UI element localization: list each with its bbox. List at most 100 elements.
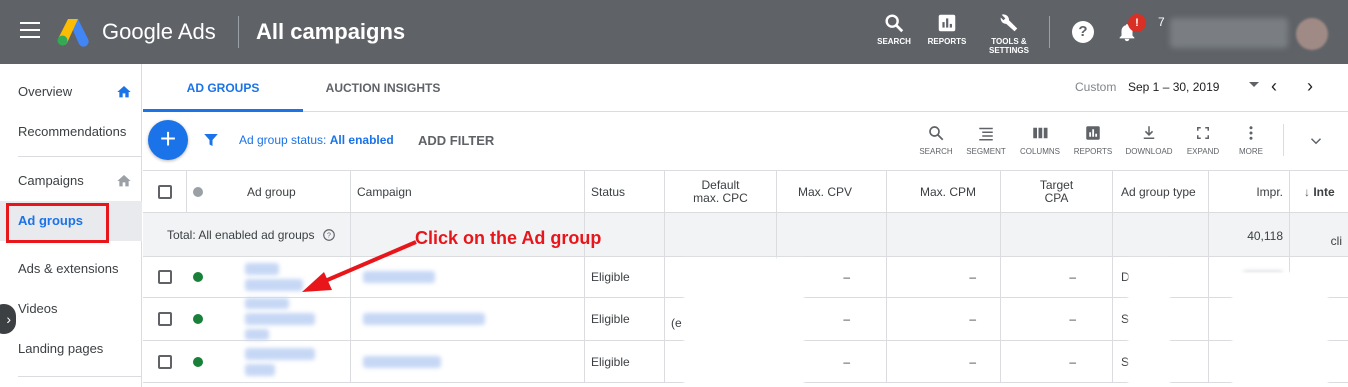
select-all-checkbox[interactable] [157,185,172,199]
tab-ad-groups[interactable]: AD GROUPS [143,64,303,112]
date-range-picker[interactable]: Sep 1 – 30, 2019 [1128,80,1219,94]
sidebar-divider [18,156,142,157]
fullscreen-icon [1197,127,1209,139]
table-tool-label: REPORTS [1073,147,1113,156]
header-target-cpa[interactable]: Target CPA [1001,171,1113,213]
row-checkbox[interactable] [158,312,172,326]
date-prev-icon[interactable]: ‹ [1271,76,1277,97]
header-max-cpm[interactable]: Max. CPM [887,171,1001,213]
header-campaign[interactable]: Campaign [351,171,585,213]
filter-label: Ad group status: [239,133,330,147]
reports-icon [1086,126,1100,140]
chevron-down-icon[interactable] [1307,132,1325,150]
sidebar-item-label: Overview [18,84,73,99]
segment-button[interactable]: SEGMENT [961,124,1011,156]
row-status: Eligible [585,341,665,382]
header-ad-group-type[interactable]: Ad group type [1113,171,1209,213]
total-interactions: cli [1330,234,1342,248]
row-status: Eligible [585,298,665,340]
table-tool-label: DOWNLOAD [1125,147,1173,156]
ad-group-link[interactable] [223,341,351,382]
sidebar-item-label: Landing pages [18,341,104,356]
columns-icon [1033,127,1048,139]
sidebar-item-recommendations[interactable]: Recommendations [0,112,142,152]
hamburger-menu-icon[interactable] [20,22,40,40]
header-line: max. CPC [693,191,748,205]
header-ad-group[interactable]: Ad group [223,171,351,213]
redaction-mask [1128,258,1170,387]
avatar[interactable] [1296,18,1328,50]
enabled-status-icon [193,272,203,282]
campaign-link[interactable] [351,298,585,340]
header-select-cell [143,171,187,213]
search-icon [885,14,904,33]
header-interactions[interactable]: ↓ Inte [1290,171,1348,213]
topbar-reports-button[interactable]: REPORTS [917,12,977,46]
table-header-row: Ad group Campaign Status Default max. CP… [143,170,1348,213]
status-dot-icon [193,187,203,197]
tools-label-2: SETTINGS [988,46,1029,55]
header-default-max-cpc[interactable]: Default max. CPC [665,171,777,213]
ad-group-link[interactable] [223,298,351,340]
total-cell [1001,213,1113,256]
sidebar-item-overview[interactable]: Overview [0,72,142,112]
sidebar-item-landing-pages[interactable]: Landing pages [0,329,142,369]
header-max-cpv[interactable]: Max. CPV [777,171,887,213]
wrench-icon [1000,14,1018,32]
total-cell [887,213,1001,256]
segment-icon [979,127,993,141]
row-target-cpa: – [1001,298,1113,340]
sidebar-item-ads-extensions[interactable]: Ads & extensions [0,249,142,289]
header-impr[interactable]: Impr. [1209,171,1290,213]
topbar-divider-right [1049,16,1050,48]
total-impr: 40,118 [1209,213,1290,256]
row-max-cpm: – [887,257,1001,297]
date-next-icon[interactable]: › [1307,76,1313,97]
redaction-mask [684,258,804,387]
home-icon [117,175,131,187]
search-icon [929,126,944,141]
highlight-box [6,203,109,243]
header-line: CPA [1044,191,1069,205]
row-status: Eligible [585,257,665,297]
account-info-redacted[interactable] [1170,18,1288,48]
sidebar-item-videos[interactable]: Videos [0,289,142,329]
date-dropdown-caret-icon[interactable] [1249,82,1259,87]
table-tool-label: COLUMNS [1019,147,1060,156]
more-button[interactable]: MORE [1226,124,1276,156]
header-status[interactable]: Status [585,171,665,213]
topbar-search-button[interactable]: SEARCH [864,12,924,46]
download-button[interactable]: DOWNLOAD [1124,124,1174,156]
row-status-dot-cell [187,341,223,382]
add-filter-button[interactable]: ADD FILTER [418,133,494,148]
row-max-cpm: – [887,298,1001,340]
add-button[interactable]: + [148,120,188,160]
account-number: 7 [1158,15,1165,29]
brand-name: Google Ads [102,19,216,44]
more-vert-icon [1249,126,1253,140]
row-select-cell [143,257,187,297]
tools-label-1: TOOLS & [991,37,1027,46]
download-icon [1143,126,1155,139]
columns-button[interactable]: COLUMNS [1015,124,1065,156]
filter-icon[interactable] [202,131,220,149]
table-search-button[interactable]: SEARCH [911,124,961,156]
total-cell [1113,213,1209,256]
tab-auction-insights[interactable]: AUCTION INSIGHTS [303,64,463,112]
help-icon[interactable]: ? [1072,21,1094,43]
sidebar-item-label: Campaigns [18,173,84,188]
tab-bar: AD GROUPS AUCTION INSIGHTS Custom Sep 1 … [143,64,1348,112]
reports-button[interactable]: REPORTS [1068,124,1118,156]
campaign-link[interactable] [351,341,585,382]
row-max-cpm: – [887,341,1001,382]
sidebar-item-label: Ads & extensions [18,261,119,276]
table-tool-label: SEARCH [919,147,953,156]
table-tool-label: SEGMENT [966,147,1006,156]
ad-group-status-filter[interactable]: Ad group status: All enabled [239,133,394,147]
sidebar-item-campaigns[interactable]: Campaigns [0,161,142,201]
row-checkbox[interactable] [158,270,172,284]
topbar-tools-settings-button[interactable]: TOOLS & SETTINGS [979,12,1039,55]
row-checkbox[interactable] [158,354,172,369]
expand-button[interactable]: EXPAND [1178,124,1228,156]
header-label: Inte [1313,184,1335,199]
